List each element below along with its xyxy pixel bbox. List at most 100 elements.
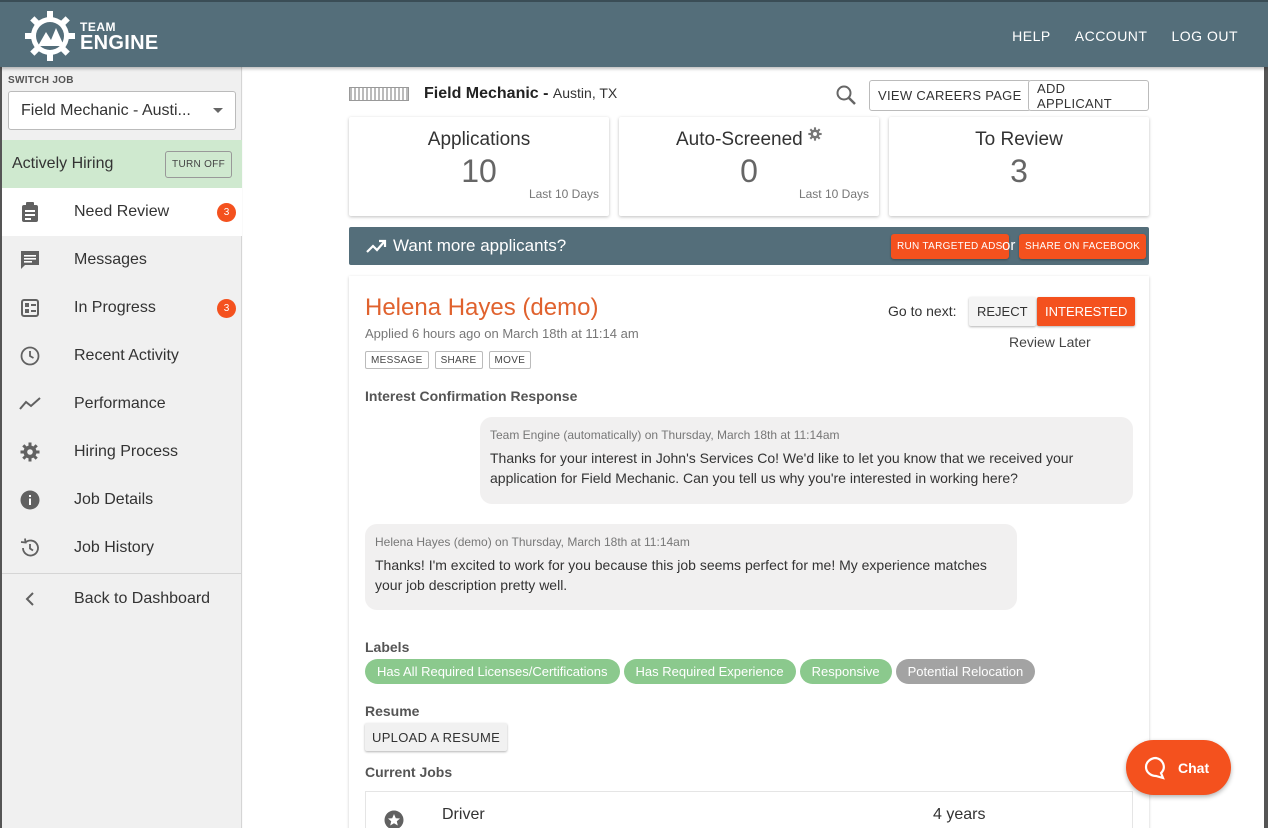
back-to-dashboard[interactable]: Back to Dashboard [2, 575, 242, 623]
stat-title: To Review [975, 129, 1063, 150]
sidebar-item-job-details[interactable]: Job Details [2, 476, 242, 524]
stat-applications[interactable]: Applications 10 Last 10 Days [349, 117, 609, 216]
selected-job: Field Mechanic - Austi... [21, 101, 191, 119]
stat-subtitle: Last 10 Days [798, 187, 869, 201]
share-button[interactable]: SHARE [434, 351, 483, 369]
stat-title: Applications [427, 129, 531, 150]
promo-or: or [1002, 237, 1016, 254]
sidebar-item-messages[interactable]: Messages [2, 236, 242, 284]
job-duration: 4 years [933, 806, 986, 823]
sidebar-item-label: Performance [74, 395, 166, 412]
chat-label: Chat [1178, 759, 1210, 776]
move-button[interactable]: MOVE [488, 351, 532, 369]
label-chip[interactable]: Potential Relocation [895, 659, 1036, 684]
review-later-link[interactable]: Review Later [1009, 334, 1091, 350]
job-select[interactable]: Field Mechanic - Austi... [8, 91, 236, 130]
upload-resume-button[interactable]: UPLOAD A RESUME [365, 723, 508, 751]
history-icon [19, 537, 41, 559]
count-badge: 3 [217, 202, 236, 222]
stat-value: 3 [1010, 153, 1028, 189]
stat-title-text: Auto-Screened [675, 129, 803, 150]
sidebar-item-label: Recent Activity [74, 347, 179, 364]
window-edge [1264, 67, 1268, 828]
checklist-icon [19, 297, 41, 319]
top-bar: TEAM ENGINE HELP ACCOUNT LOG OUT [0, 0, 1268, 67]
job-title: Field Mechanic - Austin, TX [424, 85, 617, 103]
applicant-card: Helena Hayes (demo) Applied 6 hours ago … [349, 276, 1149, 828]
current-jobs-heading: Current Jobs [365, 764, 453, 780]
message-button[interactable]: MESSAGE [365, 351, 429, 369]
job-title-text: Field Mechanic - [424, 85, 553, 102]
sidebar-item-label: Need Review [74, 203, 170, 220]
promo-text: Want more applicants? [393, 236, 567, 255]
applied-date: Applied 6 hours ago on March 18th at 11:… [365, 326, 639, 341]
trend-icon [19, 393, 41, 415]
labels-heading: Labels [365, 639, 410, 655]
company-logo [349, 87, 409, 101]
resume-heading: Resume [365, 703, 420, 719]
star-icon [384, 810, 404, 828]
message-bubble-applicant: Helena Hayes (demo) on Thursday, March 1… [365, 524, 1017, 610]
turn-off-button[interactable]: TURN OFF [165, 150, 232, 178]
search-icon[interactable] [835, 84, 857, 106]
logout-link[interactable]: LOG OUT [1171, 28, 1238, 44]
message-meta: Team Engine (automatically) on Thursday,… [490, 428, 840, 442]
sidebar-item-in-progress[interactable]: In Progress 3 [2, 284, 242, 332]
chevron-down-icon [213, 108, 223, 113]
sidebar-item-hiring-process[interactable]: Hiring Process [2, 428, 242, 476]
chat-button[interactable]: Chat [1126, 740, 1231, 795]
stat-auto-screened[interactable]: Auto-Screened 0 Last 10 Days [619, 117, 879, 216]
sidebar-item-job-history[interactable]: Job History [2, 524, 242, 572]
hiring-status-bar: Actively Hiring TURN OFF [2, 140, 242, 188]
chat-bubble-icon [1144, 756, 1165, 780]
stat-value: 0 [740, 153, 758, 189]
back-label: Back to Dashboard [74, 590, 211, 607]
share-on-facebook-button[interactable]: SHARE ON FACEBOOK [1019, 234, 1147, 259]
sidebar-item-need-review[interactable]: Need Review 3 [2, 188, 242, 236]
chevron-left-icon [19, 588, 41, 610]
stat-subtitle: Last 10 Days [528, 187, 599, 201]
message-text: Thanks! I'm excited to work for you beca… [375, 557, 987, 593]
label-chip[interactable]: Has All Required Licenses/Certifications [365, 659, 620, 684]
stat-to-review[interactable]: To Review 3 [889, 117, 1149, 216]
job-title: Driver [442, 806, 485, 823]
sidebar-item-label: In Progress [74, 299, 156, 316]
confirmation-heading: Interest Confirmation Response [365, 388, 578, 404]
divider [2, 573, 242, 574]
clock-icon [19, 345, 41, 367]
job-location: Austin, TX [552, 85, 618, 101]
gear-icon [19, 441, 41, 463]
promo-bar: Want more applicants? RUN TARGETED ADS o… [349, 227, 1149, 265]
sidebar-item-label: Hiring Process [74, 443, 179, 460]
sidebar: SWITCH JOB Field Mechanic - Austi... Act… [0, 67, 242, 828]
view-careers-page-button[interactable]: VIEW CAREERS PAGE [869, 80, 1031, 111]
count-badge: 3 [217, 298, 236, 318]
team-engine-logo[interactable]: TEAM ENGINE [24, 10, 158, 62]
message-meta: Helena Hayes (demo) on Thursday, March 1… [375, 535, 690, 549]
reject-button[interactable]: REJECT [969, 297, 1036, 326]
applicant-name[interactable]: Helena Hayes (demo) [365, 294, 598, 322]
interested-button[interactable]: INTERESTED [1037, 297, 1136, 326]
label-chip[interactable]: Responsive [799, 659, 892, 684]
account-link[interactable]: ACCOUNT [1075, 28, 1148, 44]
clipboard-icon [19, 201, 41, 223]
label-chip[interactable]: Has Required Experience [623, 659, 796, 684]
switch-job-label: SWITCH JOB [8, 75, 74, 86]
stat-value: 10 [461, 153, 497, 189]
sidebar-item-label: Job History [74, 539, 155, 556]
run-targeted-ads-button[interactable]: RUN TARGETED ADS [891, 234, 1009, 259]
message-text: Thanks for your interest in John's Servi… [490, 450, 1074, 486]
add-applicant-button[interactable]: ADD APPLICANT [1028, 80, 1149, 111]
help-link[interactable]: HELP [1012, 28, 1051, 44]
info-icon [19, 489, 41, 511]
sidebar-item-label: Messages [74, 251, 147, 268]
go-to-next-label: Go to next: [888, 303, 957, 319]
message-bubble-system: Team Engine (automatically) on Thursday,… [480, 417, 1133, 504]
sidebar-item-performance[interactable]: Performance [2, 380, 242, 428]
sidebar-item-recent-activity[interactable]: Recent Activity [2, 332, 242, 380]
sidebar-item-label: Job Details [74, 491, 154, 508]
settings-gear-icon[interactable] [808, 127, 822, 141]
message-icon [19, 249, 41, 271]
stat-title: Auto-Screened [619, 127, 879, 151]
gear-logo-icon [25, 11, 75, 61]
